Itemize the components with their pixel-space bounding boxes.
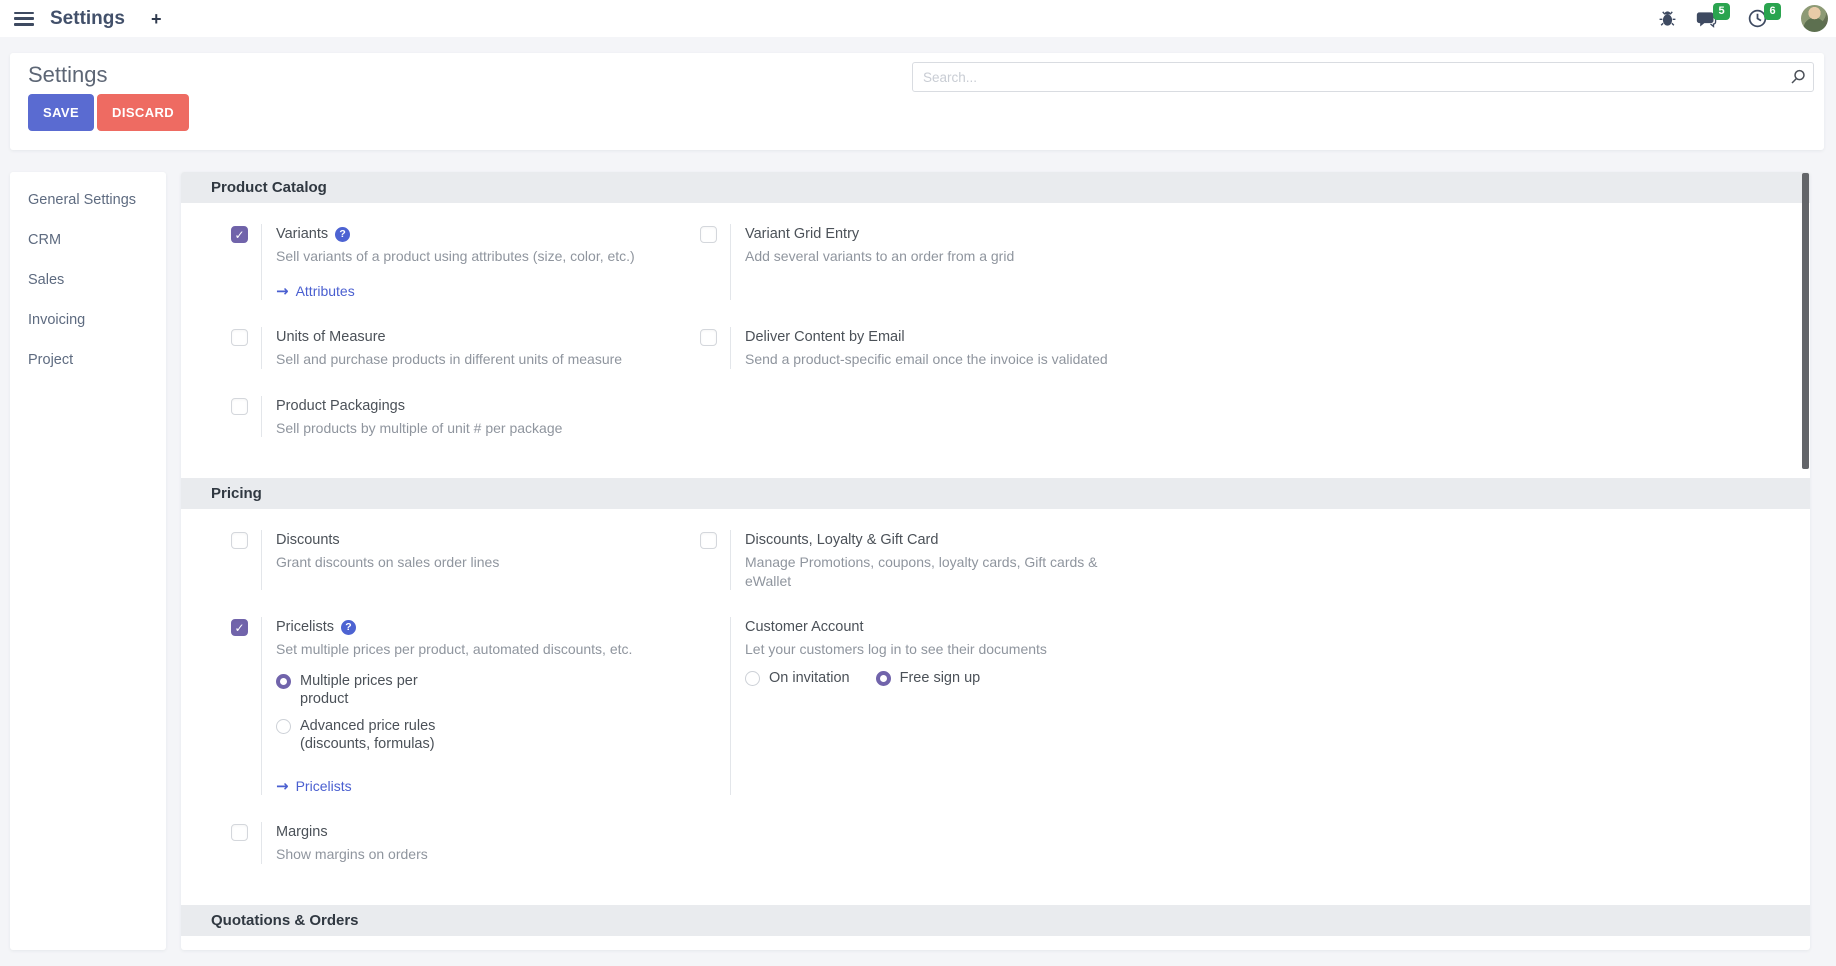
help-icon[interactable]: ? <box>341 620 356 635</box>
sidebar-item-general-settings[interactable]: General Settings <box>10 180 166 220</box>
customer-account-options: On invitation Free sign up <box>745 669 1047 687</box>
radio-icon[interactable] <box>876 671 891 686</box>
setting-desc: Manage Promotions, coupons, loyalty card… <box>745 553 1137 590</box>
pricelists-options: Multiple prices per product Advanced pri… <box>276 672 632 754</box>
setting-desc: Grant discounts on sales order lines <box>276 553 499 571</box>
setting-product-packagings: Product Packagings Sell products by mult… <box>231 396 700 437</box>
deliver-content-checkbox[interactable] <box>700 329 717 346</box>
section-product-catalog: Product Catalog Variants? Sell variants … <box>181 172 1810 464</box>
setting-variants: Variants? Sell variants of a product usi… <box>231 224 700 300</box>
settings-sidebar: General Settings CRM Sales Invoicing Pro… <box>10 172 166 950</box>
setting-desc: Sell and purchase products in different … <box>276 350 622 368</box>
radio-icon[interactable] <box>745 671 760 686</box>
sidebar-item-invoicing[interactable]: Invoicing <box>10 300 166 340</box>
user-avatar[interactable] <box>1801 5 1828 32</box>
units-of-measure-checkbox[interactable] <box>231 329 248 346</box>
setting-label: Margins <box>276 822 328 842</box>
setting-customer-account: Customer Account Let your customers log … <box>700 617 1770 795</box>
setting-label: Deliver Content by Email <box>745 327 905 347</box>
radio-multiple-prices[interactable]: Multiple prices per product <box>276 672 632 708</box>
setting-margins: Margins Show margins on orders <box>231 822 700 863</box>
setting-pricelists: Pricelists? Set multiple prices per prod… <box>231 617 700 795</box>
vertical-scrollbar-thumb[interactable] <box>1802 173 1809 469</box>
discounts-checkbox[interactable] <box>231 532 248 549</box>
margins-checkbox[interactable] <box>231 824 248 841</box>
section-title: Pricing <box>181 478 1810 509</box>
sidebar-item-sales[interactable]: Sales <box>10 260 166 300</box>
setting-deliver-content-by-email: Deliver Content by Email Send a product-… <box>700 327 1770 368</box>
loyalty-checkbox[interactable] <box>700 532 717 549</box>
search-input[interactable] <box>912 62 1814 92</box>
navbar-app-title[interactable]: Settings <box>50 8 125 30</box>
pricelists-checkbox[interactable] <box>231 619 248 636</box>
setting-desc: Add several variants to an order from a … <box>745 247 1014 265</box>
setting-loyalty-gift-card: Discounts, Loyalty & Gift Card Manage Pr… <box>700 530 1770 590</box>
setting-label: Variants <box>276 224 328 244</box>
setting-units-of-measure: Units of Measure Sell and purchase produ… <box>231 327 700 368</box>
setting-label: Units of Measure <box>276 327 386 347</box>
top-navbar: Settings + 5 6 <box>0 0 1836 37</box>
page-title: Settings <box>28 62 108 88</box>
section-pricing: Pricing Discounts Grant discounts on sal… <box>181 478 1810 890</box>
activities-badge: 6 <box>1764 3 1781 20</box>
navbar-systray: 5 6 <box>1656 0 1828 37</box>
section-title: Product Catalog <box>181 172 1810 203</box>
radio-advanced-price-rules[interactable]: Advanced price rules (discounts, formula… <box>276 717 632 753</box>
setting-desc: Sell products by multiple of unit # per … <box>276 419 562 437</box>
setting-label: Pricelists <box>276 617 334 637</box>
sidebar-item-crm[interactable]: CRM <box>10 220 166 260</box>
plus-icon[interactable]: + <box>151 10 162 28</box>
setting-discounts: Discounts Grant discounts on sales order… <box>231 530 700 590</box>
setting-label: Discounts <box>276 530 340 550</box>
help-icon[interactable]: ? <box>335 227 350 242</box>
radio-free-sign-up[interactable]: Free sign up <box>876 669 981 687</box>
attributes-link[interactable]: →Attributes <box>276 282 635 300</box>
search-icon[interactable] <box>1789 68 1807 86</box>
save-button[interactable]: SAVE <box>28 94 94 131</box>
settings-header-card: Settings SAVE DISCARD <box>10 53 1824 150</box>
radio-on-invitation[interactable]: On invitation <box>745 669 850 687</box>
setting-label: Discounts, Loyalty & Gift Card <box>745 530 938 550</box>
setting-desc: Let your customers log in to see their d… <box>745 640 1047 658</box>
setting-desc: Sell variants of a product using attribu… <box>276 247 635 265</box>
product-packagings-checkbox[interactable] <box>231 398 248 415</box>
variant-grid-entry-checkbox[interactable] <box>700 226 717 243</box>
variants-checkbox[interactable] <box>231 226 248 243</box>
settings-content-panel: Product Catalog Variants? Sell variants … <box>181 172 1810 950</box>
setting-label: Customer Account <box>745 617 863 637</box>
sidebar-item-project[interactable]: Project <box>10 340 166 380</box>
messages-badge: 5 <box>1713 3 1730 20</box>
arrow-right-icon: → <box>276 777 289 795</box>
setting-label: Product Packagings <box>276 396 405 416</box>
section-quotations-orders: Quotations & Orders Online Signature? Re… <box>181 905 1810 950</box>
setting-desc: Show margins on orders <box>276 845 428 863</box>
setting-label: Variant Grid Entry <box>745 224 859 244</box>
section-title: Quotations & Orders <box>181 905 1810 936</box>
action-buttons: SAVE DISCARD <box>28 94 189 131</box>
search-bar <box>912 62 1814 92</box>
activities-clock-icon[interactable]: 6 <box>1746 8 1768 30</box>
radio-icon[interactable] <box>276 719 291 734</box>
radio-icon[interactable] <box>276 674 291 689</box>
arrow-right-icon: → <box>276 282 289 300</box>
setting-desc: Send a product-specific email once the i… <box>745 350 1108 368</box>
discard-button[interactable]: DISCARD <box>97 94 189 131</box>
pricelists-link[interactable]: →Pricelists <box>276 777 632 795</box>
apps-menu-icon[interactable] <box>14 12 34 26</box>
messages-icon[interactable]: 5 <box>1695 8 1717 30</box>
setting-desc: Set multiple prices per product, automat… <box>276 640 632 658</box>
setting-variant-grid-entry: Variant Grid Entry Add several variants … <box>700 224 1770 300</box>
bug-icon[interactable] <box>1656 8 1678 30</box>
